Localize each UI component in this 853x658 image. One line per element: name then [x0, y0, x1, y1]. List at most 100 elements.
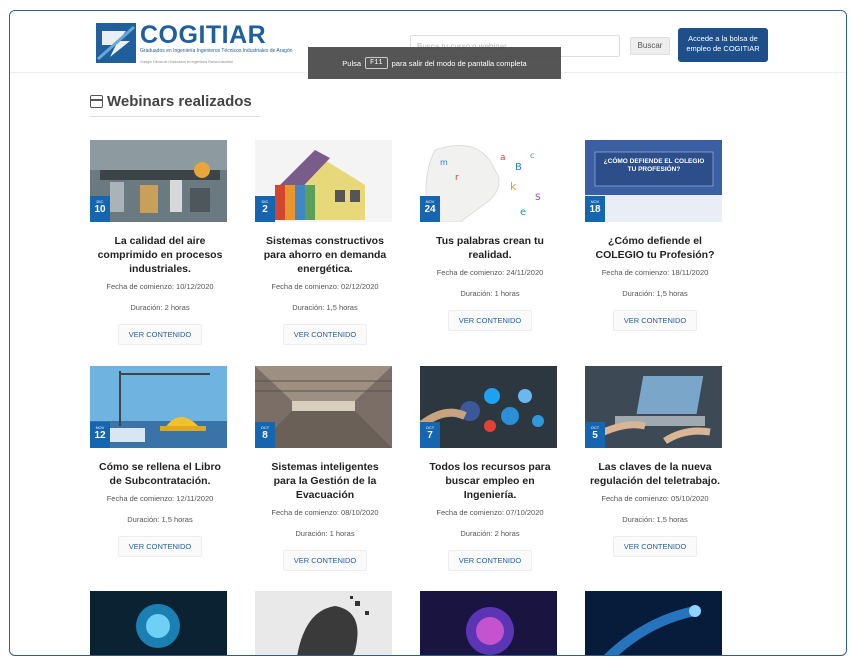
webinar-card: DIC 10 La calidad del aire comprimido en…: [90, 140, 230, 345]
badge-month: NOV: [590, 199, 600, 204]
webinar-duration: Duración: 1,5 horas: [127, 515, 193, 524]
calendar-icon: [90, 95, 103, 108]
webinar-title[interactable]: Cómo se rellena el Libro de Subcontratac…: [90, 460, 230, 488]
view-content-button[interactable]: VER CONTENIDO: [612, 310, 698, 331]
webinar-start-date: Fecha de comienzo: 02/12/2020: [271, 282, 379, 291]
social-media-icons-image: [420, 366, 557, 448]
date-badge: NOV 18: [585, 196, 605, 222]
cogitiar-logo[interactable]: COGITIAR Graduados en Ingeniería Ingenie…: [96, 21, 293, 71]
date-badge: DIC 2: [255, 196, 275, 222]
badge-day: 24: [424, 204, 436, 215]
webinar-start-date: Fecha de comienzo: 08/10/2020: [271, 508, 379, 517]
webinar-thumbnail[interactable]: [420, 591, 557, 655]
webinar-card: OCT 8 Sistemas inteligentes para la Gest…: [255, 366, 395, 571]
webinar-title[interactable]: Sistemas inteligentes para la Gestión de…: [255, 460, 395, 502]
webinar-card: a B c k S e m r NOV 24 Tus palabras crea…: [420, 140, 560, 331]
view-content-button[interactable]: VER CONTENIDO: [282, 324, 368, 345]
logo-subtitle-small: Colegio Oficial de Graduados en Ingenier…: [140, 60, 233, 64]
construction-helmet-image: [90, 366, 227, 448]
badge-month: OCT: [590, 425, 600, 430]
fullscreen-notice-prefix: Pulsa: [342, 58, 362, 68]
webinar-thumbnail[interactable]: [255, 591, 392, 655]
robot-ai-image: [90, 591, 227, 655]
webinar-title[interactable]: Sistemas constructivos para ahorro en de…: [255, 234, 395, 276]
empty-hall-image: [255, 366, 392, 448]
webinar-title[interactable]: Tus palabras crean tu realidad.: [420, 234, 560, 262]
fullscreen-notice-suffix: para salir del modo de pantalla completa: [391, 58, 527, 68]
webinar-title[interactable]: Las claves de la nueva regulación del te…: [585, 460, 725, 488]
badge-day: 8: [262, 430, 268, 441]
webinar-title[interactable]: Todos los recursos para buscar empleo en…: [420, 460, 560, 502]
glowing-brain-image: [420, 591, 557, 655]
view-content-button[interactable]: VER CONTENIDO: [117, 324, 203, 345]
webinar-card: DIC 2 Sistemas constructivos para ahorro…: [255, 140, 395, 345]
webinar-duration: Duración: 1,5 horas: [292, 303, 358, 312]
webinar-thumbnail[interactable]: NOV 12: [90, 366, 227, 448]
webinar-duration: Duración: 1,5 horas: [622, 289, 688, 298]
webinar-start-date: Fecha de comienzo: 18/11/2020: [601, 268, 709, 277]
badge-month: NOV: [425, 199, 435, 204]
badge-day: 2: [262, 204, 268, 215]
webinar-card: OCT 7 Todos los recursos para buscar emp…: [420, 366, 560, 571]
date-badge: DIC 10: [90, 196, 110, 222]
webinar-start-date: Fecha de comienzo: 12/11/2020: [106, 494, 214, 503]
view-content-button[interactable]: VER CONTENIDO: [447, 550, 533, 571]
webinar-start-date: Fecha de comienzo: 07/10/2020: [436, 508, 544, 517]
browser-frame: COGITIAR Graduados en Ingeniería Ingenie…: [9, 10, 847, 656]
view-content-button[interactable]: VER CONTENIDO: [282, 550, 368, 571]
webinar-thumbnail[interactable]: a B c k S e m r NOV 24: [420, 140, 557, 222]
webinar-thumbnail[interactable]: OCT 7: [420, 366, 557, 448]
job-board-button[interactable]: Accede a la bolsa de empleo de COGITIAR: [678, 28, 768, 62]
svg-text:k: k: [510, 180, 517, 193]
webinar-card: [255, 591, 395, 655]
badge-month: DIC: [96, 199, 104, 204]
webinar-thumbnail[interactable]: [90, 591, 227, 655]
webinar-thumbnail[interactable]: DIC 10: [90, 140, 227, 222]
head-with-letters-image: a B c k S e m r: [420, 140, 557, 222]
badge-day: 10: [94, 204, 106, 215]
webinar-duration: Duración: 2 horas: [130, 303, 190, 312]
webinar-thumbnail[interactable]: OCT 5: [585, 366, 722, 448]
webinar-duration: Duración: 1 horas: [295, 529, 355, 538]
colegio-banner-image: ...: [585, 140, 722, 222]
webinar-title[interactable]: La calidad del aire comprimido en proces…: [90, 234, 230, 276]
webinar-duration: Duración: 2 horas: [460, 529, 520, 538]
logo-subtitle: Graduados en Ingeniería Ingenieros Técni…: [140, 48, 293, 54]
webinar-card: [585, 591, 725, 655]
svg-text:B: B: [515, 162, 522, 173]
webinar-thumbnail[interactable]: [585, 591, 722, 655]
date-badge: NOV 12: [90, 422, 110, 448]
section-title: Webinars realizados: [107, 93, 252, 110]
badge-day: 7: [427, 430, 433, 441]
fullscreen-notice: Pulsa F11 para salir del modo de pantall…: [308, 47, 561, 79]
digital-hand-image: [585, 591, 722, 655]
svg-text:r: r: [455, 173, 459, 183]
date-badge: OCT 7: [420, 422, 440, 448]
svg-text:a: a: [500, 153, 506, 163]
webinar-thumbnail[interactable]: DIC 2: [255, 140, 392, 222]
logo-mark-icon: [96, 23, 136, 63]
view-content-button[interactable]: VER CONTENIDO: [117, 536, 203, 557]
badge-day: 5: [592, 430, 598, 441]
badge-month: DIC: [261, 199, 269, 204]
webinar-card: [420, 591, 560, 655]
factory-machinery-image: [90, 140, 227, 222]
webinar-start-date: Fecha de comienzo: 24/11/2020: [436, 268, 544, 277]
house-insulation-image: [255, 140, 392, 222]
date-badge: OCT 5: [585, 422, 605, 448]
view-content-button[interactable]: VER CONTENIDO: [612, 536, 698, 557]
webinar-card: NOV 12 Cómo se rellena el Libro de Subco…: [90, 366, 230, 557]
badge-month: NOV: [95, 425, 105, 430]
webinar-start-date: Fecha de comienzo: 05/10/2020: [601, 494, 709, 503]
webinar-thumbnail[interactable]: ... ¿CÓMO DEFIENDE EL COLEGIO TU PROFESI…: [585, 140, 722, 222]
webinar-card: [90, 591, 230, 655]
webinar-duration: Duración: 1 horas: [460, 289, 520, 298]
badge-day: 18: [589, 204, 601, 215]
webinar-thumbnail[interactable]: OCT 8: [255, 366, 392, 448]
date-badge: OCT 8: [255, 422, 275, 448]
webinar-title[interactable]: ¿Cómo defiende el COLEGIO tu Profesión?: [585, 234, 725, 262]
svg-text:e: e: [520, 207, 526, 218]
search-button[interactable]: Buscar: [630, 37, 670, 55]
badge-day: 12: [94, 430, 106, 441]
view-content-button[interactable]: VER CONTENIDO: [447, 310, 533, 331]
